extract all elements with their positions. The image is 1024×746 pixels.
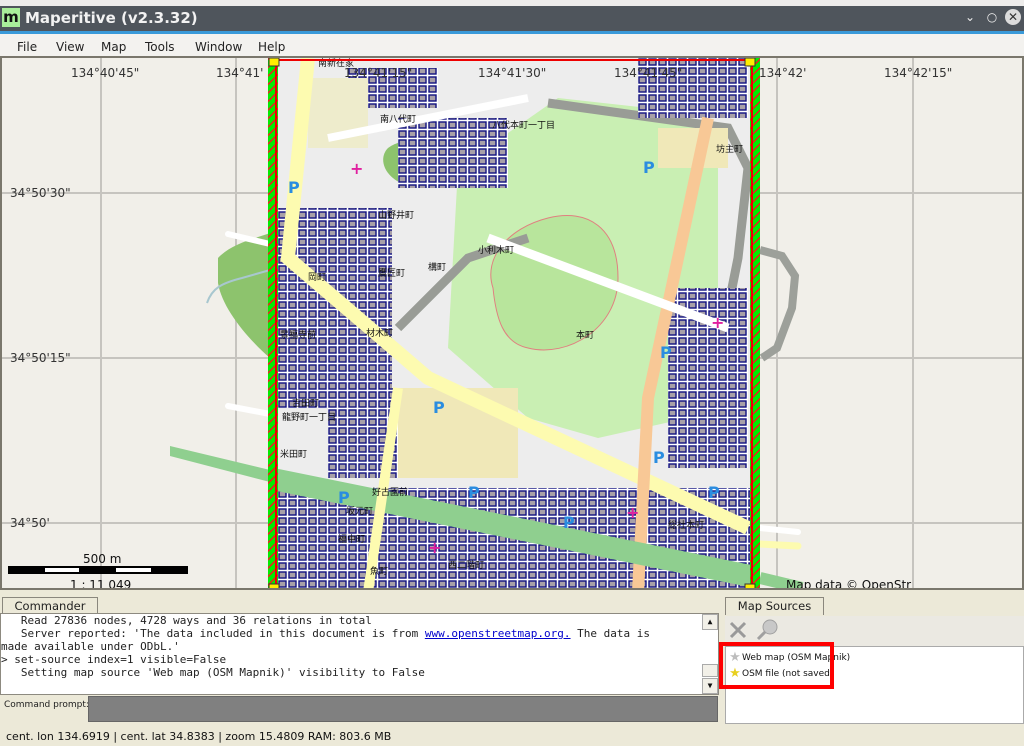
output-line: made available under ODbL.' [1,640,180,653]
lon-label: 134°42' [759,66,807,80]
menu-view[interactable]: View [56,40,84,54]
svg-text:P: P [433,398,445,417]
park-area [218,233,270,358]
remove-source-icon[interactable] [728,620,748,640]
svg-text:龍野町一丁目: 龍野町一丁目 [282,411,336,423]
tab-map-sources[interactable]: Map Sources [725,597,824,615]
zoom-to-source-icon[interactable] [755,618,779,642]
osm-link[interactable]: www.openstreetmap.org. [425,627,571,640]
menu-tools[interactable]: Tools [145,40,175,54]
moat-wall [758,246,800,362]
menu-map[interactable]: Map [101,40,126,54]
menu-window[interactable]: Window [195,40,242,54]
status-bar: cent. lon 134.6919 | cent. lat 34.8383 |… [0,728,1024,746]
svg-text:材木町: 材木町 [366,327,393,339]
command-prompt-input[interactable] [88,696,718,722]
selection-handle [268,58,280,67]
scale-bar-graphic [8,566,188,574]
svg-text:米田町: 米田町 [280,448,307,460]
output-line: Read 27836 nodes, 4728 ways and 36 relat… [1,614,372,627]
window-title: Maperitive (v2.3.32) [25,9,198,27]
lon-label: 134°41'45" [614,66,683,80]
svg-text:好古園前: 好古園前 [372,486,408,498]
road-stub [756,540,802,550]
map-canvas[interactable]: PPP PPP PPP + + + + 南新在家 南八代町 八代本町一丁目 坊主町 山… [0,56,1024,590]
output-line: Setting map source 'Web map (OSM Mapnik)… [1,666,425,679]
map-attribution: Map data © OpenStr [786,578,912,590]
svg-text:P: P [338,488,350,507]
svg-text:南八代町: 南八代町 [380,113,416,125]
lon-label: 134°41'15" [344,66,413,80]
svg-text:P: P [643,158,655,177]
scroll-up-button[interactable]: ▲ [702,614,718,630]
svg-text:吉田町: 吉田町 [292,398,319,409]
svg-text:八代本町一丁目: 八代本町一丁目 [492,119,555,131]
lon-label: 134°42'15" [884,66,953,80]
commander-output: Read 27836 nodes, 4728 ways and 36 relat… [0,613,719,695]
svg-text:+: + [711,313,724,332]
svg-text:+: + [350,159,363,178]
svg-text:福中町: 福中町 [338,533,365,545]
svg-text:西二階町: 西二階町 [448,560,484,571]
rail-green-strip [170,446,270,482]
close-button[interactable]: ✕ [1005,9,1021,25]
svg-text:魚町: 魚町 [370,565,388,577]
lon-label: 134°40'45" [71,66,140,80]
menu-file[interactable]: File [17,40,37,54]
svg-text:構町: 構町 [428,261,446,273]
lon-label: 134°41' [216,66,264,80]
svg-text:坊主町: 坊主町 [716,143,743,155]
lat-label: 34°50' [10,516,50,530]
svg-text:+: + [626,503,639,522]
svg-text:小利木町: 小利木町 [478,244,514,256]
road-stub [757,525,801,535]
svg-text:P: P [708,483,720,502]
svg-text:本町: 本町 [576,329,594,341]
scroll-thumb[interactable] [702,664,718,677]
svg-text:P: P [563,513,575,532]
scale-distance: 500 m [83,552,122,566]
scroll-down-button[interactable]: ▼ [702,678,718,694]
road-stub [225,403,273,417]
selection-handle [268,583,280,588]
maximize-button[interactable]: ○ [984,9,1000,25]
svg-text:景福寺前: 景福寺前 [280,329,316,341]
svg-text:P: P [468,483,480,502]
svg-text:P: P [660,343,672,362]
svg-text:P: P [653,448,665,467]
selection-handle [744,58,756,67]
lat-label: 34°50'15" [10,351,71,365]
svg-text:総社本町: 総社本町 [668,519,704,531]
parking-lot [398,388,518,478]
menu-help[interactable]: Help [258,40,285,54]
svg-text:+: + [428,538,441,557]
title-bar: m Maperitive (v2.3.32) ⌄ ○ ✕ [0,0,1024,34]
svg-text:P: P [288,178,300,197]
lon-label: 134°41'30" [478,66,547,80]
app-icon: m [2,8,20,27]
menu-bar: File View Map Tools Window Help [0,34,1024,56]
scale-ratio: 1 : 11 049 [70,578,132,590]
building-block [668,288,748,468]
svg-text:山野井町: 山野井町 [378,209,414,221]
svg-text:鷹匠町: 鷹匠町 [378,267,405,279]
output-line: > set-source index=1 visible=False [1,653,227,666]
selection-handle [744,583,756,588]
output-line: Server reported: 'The data included in t… [1,627,651,640]
osm-map-render[interactable]: PPP PPP PPP ++++ 南新在家 南八代町 八代本町一丁目 坊主町 山… [268,58,760,590]
lat-label: 34°50'30" [10,186,71,200]
svg-text:岡町: 岡町 [308,272,326,283]
command-prompt-label: Command prompt: [4,700,89,710]
commander-scrollbar[interactable]: ▲ ▼ [702,614,718,694]
svg-text:坂元町: 坂元町 [346,506,373,517]
minimize-button[interactable]: ⌄ [962,9,978,25]
highlight-annotation-box [719,642,834,689]
